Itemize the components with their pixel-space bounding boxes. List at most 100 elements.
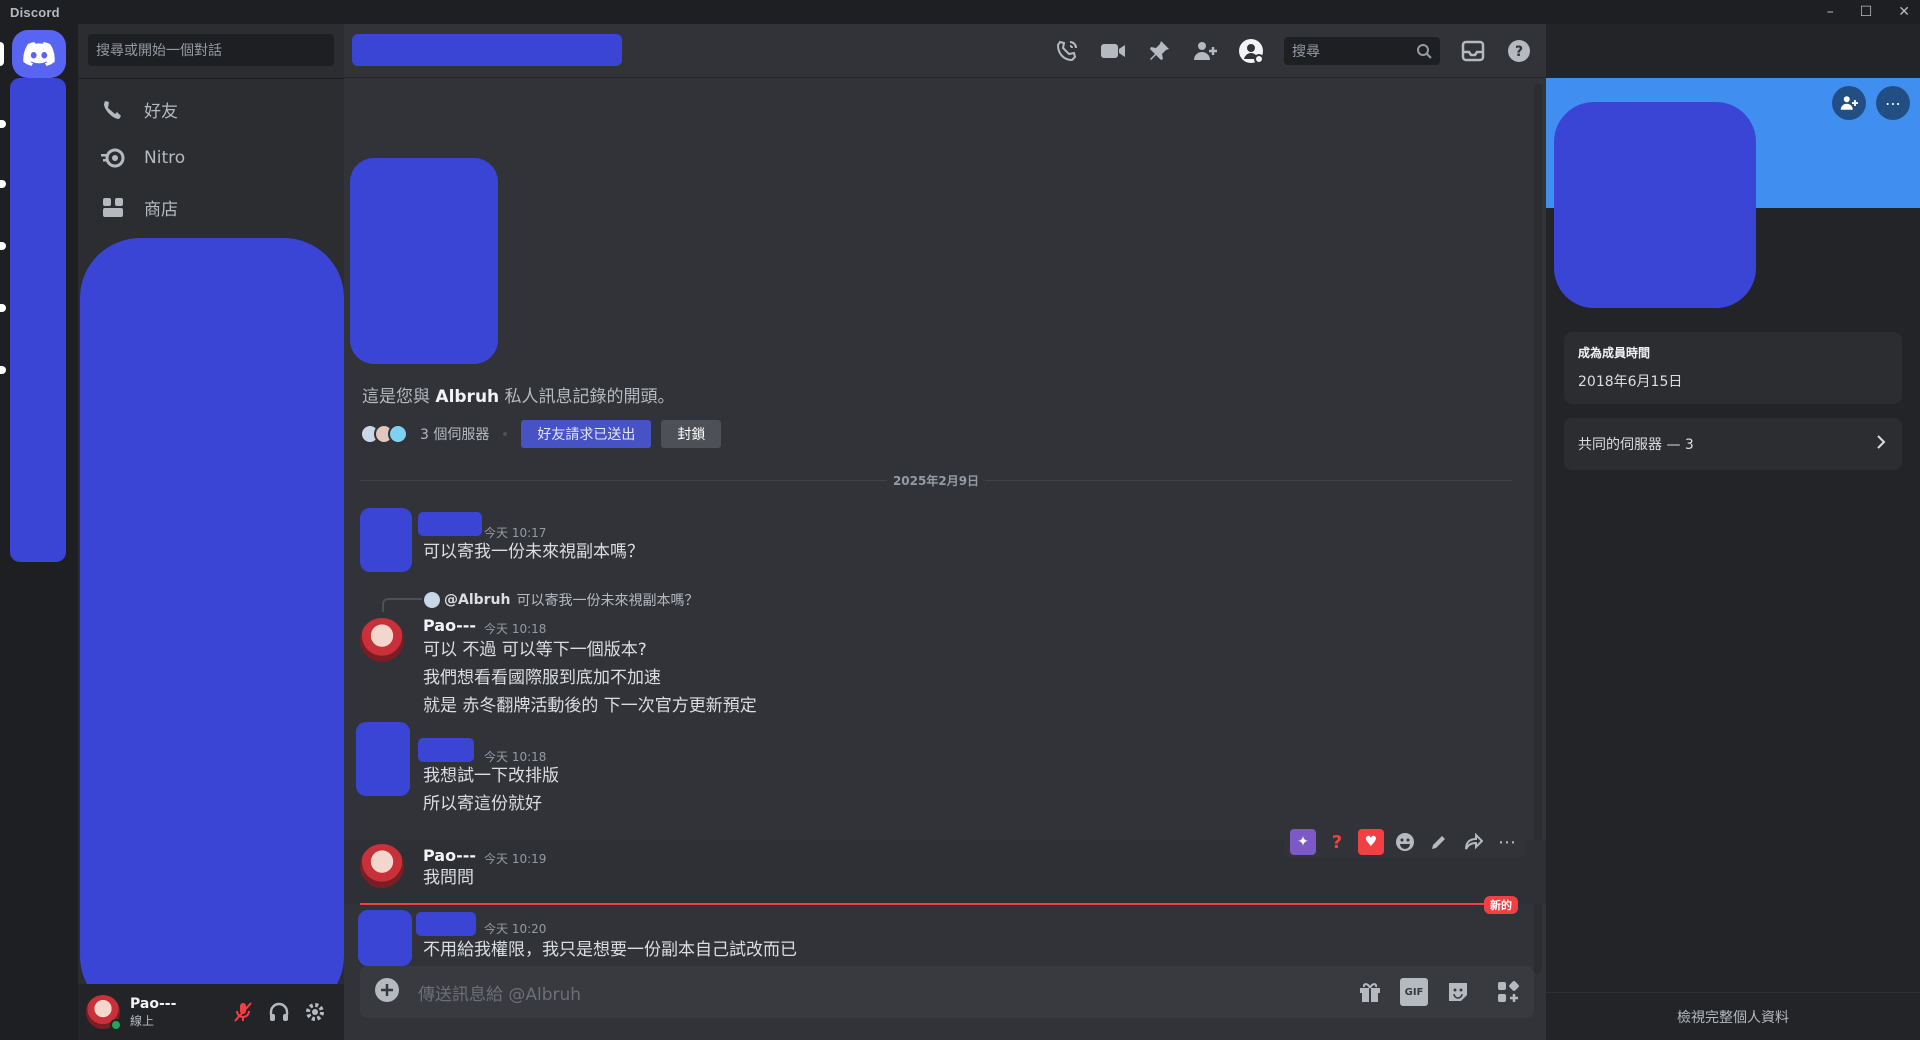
message-text: 就是 赤冬翻牌活動後的 下一次官方更新預定 — [423, 696, 757, 716]
divider — [78, 78, 344, 79]
dm-title-redacted — [352, 34, 622, 66]
author-avatar[interactable] — [360, 844, 404, 888]
message-input[interactable]: 傳送訊息給 @Albruh — [418, 980, 1356, 1005]
message-text: 可以寄我一份未來視副本嗎？ — [423, 542, 644, 562]
user-name: Pao--- — [130, 995, 177, 1012]
chat-area: 搜尋 ? 這是您與 Albruh 私人訊息記錄的開頭。 3 個伺服器 好友請求已… — [344, 24, 1546, 1040]
apps-button[interactable] — [1482, 966, 1534, 1018]
chat-header: 搜尋 ? — [344, 24, 1546, 78]
nav-item-friends[interactable]: 好友 — [86, 88, 336, 130]
dm-sidebar: 搜尋或開始一個對話 好友 Nitro 商店 Pao--- 線上 — [78, 24, 344, 1040]
block-button[interactable]: 封鎖 — [661, 420, 722, 448]
date-divider-text: 2025年2月9日 — [892, 473, 980, 488]
nav-item-nitro[interactable]: Nitro — [86, 137, 336, 179]
message-text: 我問問 — [423, 868, 474, 888]
message-text: 我想試一下改排版 — [423, 766, 559, 786]
unread-dot — [0, 304, 6, 312]
message-text: 所以寄這份就好 — [423, 794, 542, 814]
add-friend-icon[interactable] — [1192, 38, 1218, 64]
more-options-icon[interactable]: ⋯ — [1876, 86, 1910, 120]
edit-icon[interactable] — [1426, 829, 1452, 855]
forward-icon[interactable] — [1460, 829, 1486, 855]
add-friend-icon[interactable] — [1832, 86, 1866, 120]
new-messages-badge: 新的 — [1484, 896, 1518, 914]
nitro-icon — [100, 145, 126, 171]
attach-plus-icon[interactable] — [374, 977, 400, 1007]
reply-avatar — [424, 592, 440, 608]
message-timestamp: 今天 10:19 — [484, 852, 547, 866]
dm-search-input[interactable]: 搜尋或開始一個對話 — [88, 34, 334, 66]
discord-home-button[interactable] — [12, 30, 66, 78]
svg-text:?: ? — [1515, 44, 1523, 60]
author-name[interactable]: Pao--- — [423, 846, 476, 865]
user-status: 線上 — [130, 1013, 155, 1028]
gift-icon[interactable] — [1356, 978, 1384, 1006]
mutual-servers-card[interactable]: 共同的伺服器 — 3 — [1564, 418, 1902, 470]
user-profile-icon[interactable] — [1238, 38, 1264, 64]
custom-emoji-reaction-icon[interactable]: ✦ — [1290, 829, 1316, 855]
discord-window: Discord – ☐ ✕ 搜尋或開始一個對話 好友 Nitro 商店 Pao-… — [0, 0, 1920, 1040]
header-search-input[interactable]: 搜尋 — [1284, 37, 1440, 65]
message-text: 可以 不過 可以等下一個版本? — [423, 640, 647, 660]
discord-logo-icon — [23, 42, 55, 66]
user-profile-panel: ⋯ 成為成員時間 2018年6月15日 共同的伺服器 — 3 檢視完整個人資料 — [1546, 24, 1920, 1040]
nav-item-shop[interactable]: 商店 — [86, 186, 336, 228]
message-timestamp: 今天 10:20 — [484, 922, 547, 936]
reply-text: 可以寄我一份未來視副本嗎？ — [516, 593, 699, 609]
sticker-icon[interactable] — [1444, 978, 1472, 1006]
unread-dot — [0, 242, 6, 250]
pin-icon[interactable] — [1146, 38, 1172, 64]
title-bar: Discord – ☐ ✕ — [0, 0, 1920, 24]
author-name-redacted — [416, 912, 476, 936]
author-avatar[interactable] — [360, 618, 404, 662]
question-reaction-icon[interactable]: ? — [1324, 829, 1350, 855]
phone-call-icon[interactable] — [1054, 38, 1080, 64]
message-text: 不用給我權限，我只是想要一份副本自己試改而已 — [423, 940, 797, 960]
close-icon[interactable]: ✕ — [1898, 4, 1910, 20]
video-call-icon[interactable] — [1100, 38, 1126, 64]
unread-dot — [0, 180, 6, 188]
intro-actions: 3 個伺服器 好友請求已送出 封鎖 — [360, 420, 722, 448]
mutual-server-icon[interactable] — [388, 424, 408, 444]
view-full-profile-link[interactable]: 檢視完整個人資料 — [1546, 992, 1920, 1040]
message-composer: 傳送訊息給 @Albruh GIF — [360, 966, 1530, 1018]
member-since-card: 成為成員時間 2018年6月15日 — [1564, 332, 1902, 404]
dm-list-redacted — [80, 238, 344, 1016]
search-icon — [1417, 44, 1432, 59]
mic-muted-icon[interactable] — [232, 1001, 254, 1023]
nav-label: 商店 — [144, 199, 178, 220]
user-panel: Pao--- 線上 — [78, 984, 344, 1040]
reply-preview[interactable]: @Albruh 可以寄我一份未來視副本嗎？ — [424, 590, 699, 610]
recipient-avatar-redacted — [350, 158, 498, 364]
maximize-icon[interactable]: ☐ — [1860, 4, 1873, 20]
intro-username[interactable]: Albruh — [435, 387, 499, 407]
author-avatar-redacted — [356, 722, 410, 796]
dm-intro-text: 這是您與 Albruh 私人訊息記錄的開頭。 — [362, 382, 675, 407]
gif-button[interactable]: GIF — [1400, 978, 1428, 1006]
friends-icon — [100, 96, 126, 122]
user-avatar[interactable] — [86, 995, 122, 1031]
unread-dot — [0, 366, 6, 374]
message-text: 我們想看看國際服到底加不加速 — [423, 668, 661, 688]
heart-reaction-icon[interactable]: ♥ — [1358, 829, 1384, 855]
author-name[interactable]: Pao--- — [423, 616, 476, 635]
inbox-icon[interactable] — [1460, 38, 1486, 64]
nav-label: Nitro — [144, 148, 186, 168]
minimize-icon[interactable]: – — [1827, 4, 1834, 20]
selected-indicator — [0, 42, 4, 66]
help-icon[interactable]: ? — [1506, 38, 1532, 64]
reply-connector — [382, 598, 422, 612]
headphones-icon[interactable] — [268, 1001, 290, 1023]
separator-dot — [503, 432, 508, 436]
date-divider: 2025年2月9日 — [360, 472, 1513, 488]
more-options-icon[interactable]: ⋯ — [1494, 829, 1520, 855]
author-name-redacted — [418, 512, 482, 536]
add-reaction-icon[interactable] — [1392, 829, 1418, 855]
friend-request-sent-button[interactable]: 好友請求已送出 — [521, 420, 652, 448]
new-messages-line — [360, 903, 1512, 905]
member-since-value: 2018年6月15日 — [1578, 374, 1683, 390]
author-avatar-redacted — [358, 910, 412, 966]
mutual-servers-count[interactable]: 3 個伺服器 — [420, 424, 489, 444]
settings-gear-icon[interactable] — [304, 1001, 326, 1023]
message-actions-toolbar: ✦ ? ♥ ⋯ — [1284, 826, 1526, 858]
